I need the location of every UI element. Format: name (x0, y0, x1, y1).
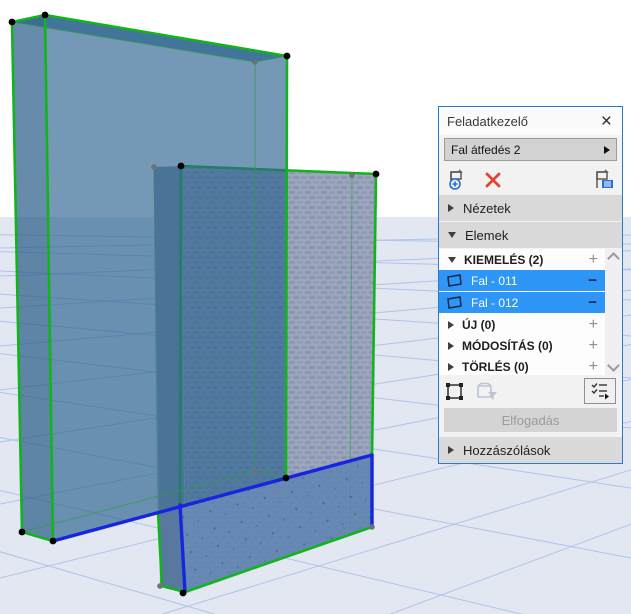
list-scrollbar[interactable] (605, 249, 622, 375)
group-label: KIEMELÉS (2) (464, 252, 544, 267)
task-details-flag-icon[interactable] (591, 169, 615, 191)
task-manager-panel: Feladatkezelő × Fal átfedés 2 Nézetek El… (438, 106, 623, 464)
collapse-arrow-icon (448, 362, 454, 371)
section-comments[interactable]: Hozzászólások (439, 437, 622, 463)
collapse-arrow-icon (448, 204, 454, 212)
filter-elements-icon-disabled (477, 382, 497, 400)
scroll-up-icon[interactable] (607, 252, 620, 265)
wall-element-icon (447, 274, 462, 287)
wall-fal-011[interactable] (10, 13, 289, 543)
close-icon[interactable]: × (599, 112, 614, 131)
bottom-toolbar (439, 375, 622, 407)
add-element-button[interactable]: + (589, 358, 599, 375)
add-task-flag-icon[interactable] (446, 169, 470, 191)
section-comments-label: Hozzászólások (463, 442, 551, 458)
panel-titlebar[interactable]: Feladatkezelő × (439, 107, 622, 135)
expand-arrow-icon (448, 256, 456, 263)
remove-element-button[interactable]: − (588, 273, 597, 288)
item-label: Fal - 012 (471, 295, 519, 310)
list-item-fal-012[interactable]: Fal - 012 − (439, 292, 605, 313)
group-uj[interactable]: ÚJ (0) + (439, 314, 605, 335)
add-element-button[interactable]: + (589, 316, 599, 333)
section-views-label: Nézetek (463, 200, 511, 216)
accept-button-row: Elfogadás (439, 407, 622, 437)
elements-list: KIEMELÉS (2) + Fal - 011 − Fal - 012 − Ú (439, 249, 605, 375)
marquee-select-icon[interactable] (445, 382, 464, 401)
expand-arrow-icon (448, 232, 456, 238)
section-views[interactable]: Nézetek (439, 195, 622, 221)
task-selector-dropdown[interactable]: Fal átfedés 2 (444, 138, 617, 161)
group-kiemeles[interactable]: KIEMELÉS (2) + (439, 249, 605, 270)
group-label: TÖRLÉS (0) (462, 359, 529, 374)
task-selector-row: Fal átfedés 2 (439, 135, 622, 165)
list-item-fal-011[interactable]: Fal - 011 − (439, 270, 605, 291)
panel-title: Feladatkezelő (447, 113, 528, 129)
app-window: Feladatkezelő × Fal átfedés 2 Nézetek El… (0, 0, 631, 614)
remove-element-button[interactable]: − (588, 295, 597, 310)
delete-task-icon[interactable] (484, 171, 502, 189)
task-selector-value: Fal átfedés 2 (451, 142, 521, 157)
elements-list-area: KIEMELÉS (2) + Fal - 011 − Fal - 012 − Ú (439, 249, 622, 375)
scroll-down-icon[interactable] (607, 359, 620, 372)
group-torles[interactable]: TÖRLÉS (0) + (439, 356, 605, 377)
add-element-button[interactable]: + (589, 337, 599, 354)
group-modositas[interactable]: MÓDOSÍTÁS (0) + (439, 335, 605, 356)
collapse-arrow-icon (448, 446, 454, 454)
section-elements-label: Elemek (465, 227, 509, 243)
group-label: ÚJ (0) (462, 317, 496, 332)
wall-front-face[interactable] (45, 15, 287, 541)
collapse-arrow-icon (448, 320, 454, 329)
group-label: MÓDOSÍTÁS (0) (462, 338, 553, 353)
accept-button[interactable]: Elfogadás (444, 408, 617, 432)
chevron-right-icon (604, 145, 610, 154)
list-options-button[interactable] (584, 378, 616, 404)
collapse-arrow-icon (448, 341, 454, 350)
add-element-button[interactable]: + (589, 251, 599, 268)
task-toolbar (439, 165, 622, 195)
wall-element-icon (447, 296, 462, 309)
item-label: Fal - 011 (471, 273, 518, 288)
section-elements[interactable]: Elemek (439, 222, 622, 248)
checklist-icon (591, 383, 609, 400)
